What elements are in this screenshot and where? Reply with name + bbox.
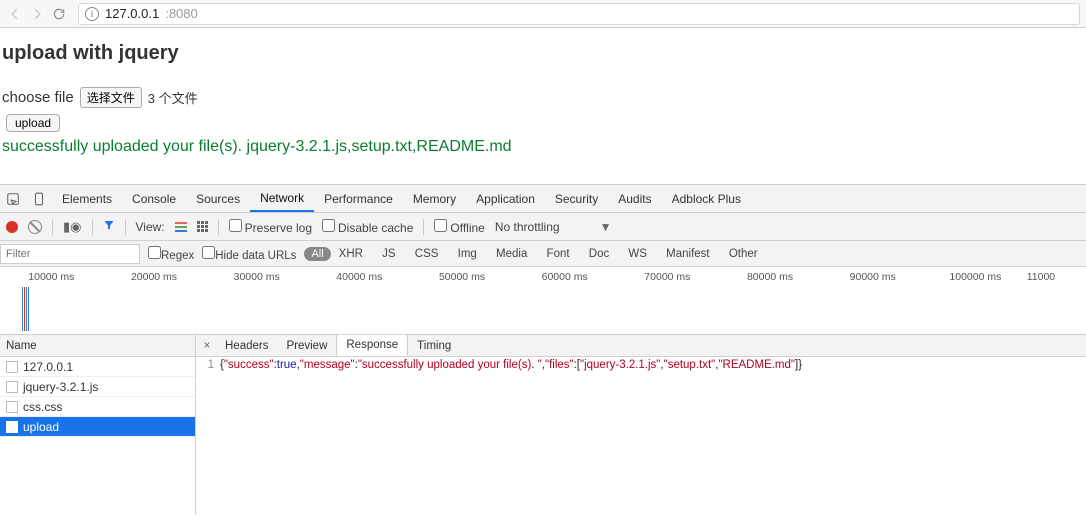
file-icon <box>6 421 18 433</box>
back-button[interactable] <box>6 5 24 23</box>
view-grid-icon[interactable] <box>197 221 208 232</box>
request-list: Name 127.0.0.1jquery-3.2.1.jscss.cssuplo… <box>0 335 196 515</box>
preserve-log-checkbox[interactable]: Preserve log <box>229 219 312 235</box>
filter-type-ws[interactable]: WS <box>628 248 647 260</box>
view-label: View: <box>136 220 165 234</box>
tab-performance[interactable]: Performance <box>314 185 403 212</box>
filter-icon[interactable] <box>103 219 115 234</box>
page-content: upload with jquery choose file 选择文件 3 个文… <box>0 28 1086 184</box>
timeline-tick: 60000 ms <box>513 271 616 283</box>
tab-security[interactable]: Security <box>545 185 608 212</box>
file-count-label: 3 个文件 <box>148 88 198 107</box>
upload-button[interactable]: upload <box>6 114 60 132</box>
site-info-icon[interactable]: i <box>85 7 99 21</box>
timeline-tick: 80000 ms <box>719 271 822 283</box>
regex-checkbox[interactable]: Regex <box>148 246 194 262</box>
filter-type-xhr[interactable]: XHR <box>339 248 363 260</box>
forward-button[interactable] <box>28 5 46 23</box>
inspect-icon[interactable] <box>0 185 26 212</box>
network-toolbar: ▮◉ View: Preserve log Disable cache Offl… <box>0 213 1086 241</box>
timeline-tick: 40000 ms <box>308 271 411 283</box>
detail-tab-timing[interactable]: Timing <box>408 335 460 356</box>
timeline-tick: 11000 <box>1027 271 1086 283</box>
throttling-dropdown-icon[interactable]: ▼ <box>600 220 612 234</box>
timeline-tick: 30000 ms <box>205 271 308 283</box>
timeline-tick: 10000 ms <box>0 271 103 283</box>
tab-application[interactable]: Application <box>466 185 545 212</box>
url-port: :8080 <box>165 6 198 21</box>
file-icon <box>6 361 18 373</box>
reqlist-header[interactable]: Name <box>0 335 195 357</box>
timeline-tick: 70000 ms <box>616 271 719 283</box>
detail-tab-response[interactable]: Response <box>336 335 408 356</box>
request-row[interactable]: css.css <box>0 397 195 417</box>
file-icon <box>6 401 18 413</box>
tab-elements[interactable]: Elements <box>52 185 122 212</box>
choose-file-button[interactable]: 选择文件 <box>80 87 142 108</box>
filter-type-js[interactable]: JS <box>382 248 395 260</box>
timeline-tick: 100000 ms <box>924 271 1027 283</box>
record-button[interactable] <box>6 221 18 233</box>
offline-checkbox[interactable]: Offline <box>434 219 484 235</box>
filter-input[interactable] <box>0 244 140 264</box>
request-row[interactable]: upload <box>0 417 195 437</box>
devtools-panel: ElementsConsoleSourcesNetworkPerformance… <box>0 184 1086 515</box>
timeline-tick: 90000 ms <box>821 271 924 283</box>
detail-tab-headers[interactable]: Headers <box>216 335 277 356</box>
filter-type-manifest[interactable]: Manifest <box>666 248 709 260</box>
url-host: 127.0.0.1 <box>105 6 159 21</box>
tab-console[interactable]: Console <box>122 185 186 212</box>
filter-type-doc[interactable]: Doc <box>589 248 609 260</box>
hide-data-urls-checkbox[interactable]: Hide data URLs <box>202 246 296 262</box>
request-row[interactable]: 127.0.0.1 <box>0 357 195 377</box>
filter-type-css[interactable]: CSS <box>415 248 439 260</box>
file-icon <box>6 381 18 393</box>
close-icon[interactable]: × <box>198 340 216 352</box>
devtools-tabbar: ElementsConsoleSourcesNetworkPerformance… <box>0 185 1086 213</box>
tab-sources[interactable]: Sources <box>186 185 250 212</box>
request-detail: × HeadersPreviewResponseTiming 1 {"succe… <box>196 335 1086 515</box>
upload-status: successfully uploaded your file(s). jque… <box>0 138 1086 156</box>
network-filterbar: Regex Hide data URLs All XHR JS CSS Img … <box>0 241 1086 267</box>
tab-memory[interactable]: Memory <box>403 185 466 212</box>
disable-cache-checkbox[interactable]: Disable cache <box>322 219 413 235</box>
filter-type-img[interactable]: Img <box>458 248 477 260</box>
tab-network[interactable]: Network <box>250 185 314 212</box>
tab-adblock-plus[interactable]: Adblock Plus <box>662 185 751 212</box>
filter-type-all[interactable]: All <box>304 247 330 261</box>
reload-button[interactable] <box>50 5 68 23</box>
device-mode-icon[interactable] <box>26 185 52 212</box>
clear-button[interactable] <box>28 220 42 234</box>
timeline-tick: 20000 ms <box>103 271 206 283</box>
tab-audits[interactable]: Audits <box>608 185 661 212</box>
network-timeline[interactable]: 10000 ms20000 ms30000 ms40000 ms50000 ms… <box>0 267 1086 335</box>
line-number: 1 <box>200 359 214 371</box>
page-title: upload with jquery <box>0 42 1086 65</box>
throttling-select[interactable]: No throttling <box>495 220 560 234</box>
browser-toolbar: i 127.0.0.1 :8080 <box>0 0 1086 28</box>
filter-type-font[interactable]: Font <box>547 248 570 260</box>
response-body[interactable]: {"success":true,"message":"successfully … <box>220 359 802 371</box>
capture-screenshot-icon[interactable]: ▮◉ <box>63 219 82 235</box>
timeline-tick: 50000 ms <box>411 271 514 283</box>
detail-tab-preview[interactable]: Preview <box>277 335 336 356</box>
filter-type-media[interactable]: Media <box>496 248 527 260</box>
view-list-icon[interactable] <box>175 222 187 232</box>
request-row[interactable]: jquery-3.2.1.js <box>0 377 195 397</box>
filter-type-other[interactable]: Other <box>729 248 758 260</box>
address-bar[interactable]: i 127.0.0.1 :8080 <box>78 3 1080 25</box>
choose-file-label: choose file <box>2 89 74 106</box>
